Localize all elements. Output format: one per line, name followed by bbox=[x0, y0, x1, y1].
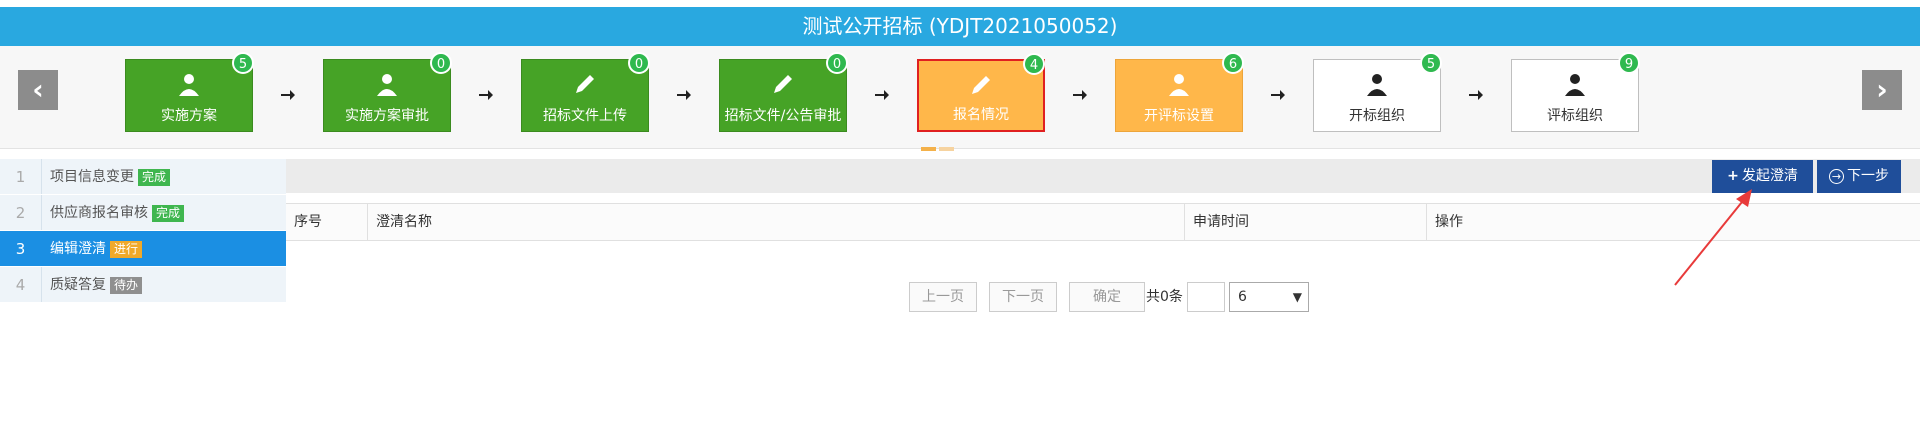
step-tender-doc-approval[interactable]: 0 招标文件/公告审批 bbox=[719, 52, 848, 132]
person-icon bbox=[1367, 74, 1387, 96]
next-step-label: 下一步 bbox=[1847, 168, 1889, 184]
sidebar-item-label: 编辑澄清 bbox=[50, 241, 106, 257]
plus-icon: + bbox=[1727, 168, 1739, 184]
person-icon bbox=[1169, 74, 1189, 96]
sidebar-item-number: 1 bbox=[0, 159, 42, 194]
sidebar-item-project-change[interactable]: 1 项目信息变更 完成 bbox=[0, 159, 286, 195]
confirm-page-button[interactable]: 确定 bbox=[1069, 282, 1145, 312]
sidebar-item-supplier-review[interactable]: 2 供应商报名审核 完成 bbox=[0, 195, 286, 231]
sidebar-item-number: 2 bbox=[0, 195, 42, 230]
annotation-arrow-icon bbox=[1674, 189, 1752, 286]
arrow-right-icon bbox=[281, 90, 295, 100]
launch-clarification-label: 发起澄清 bbox=[1741, 168, 1798, 184]
next-step-button[interactable]: → 下一步 bbox=[1817, 160, 1901, 193]
process-sidebar: 1 项目信息变更 完成 2 供应商报名审核 完成 3 编辑澄清 进行 4 质疑答复 待办 bbox=[0, 159, 286, 303]
pencil-icon bbox=[972, 76, 990, 94]
step-label: 报名情况 bbox=[953, 107, 1009, 123]
step-tender-doc-upload[interactable]: 0 招标文件上传 bbox=[521, 52, 650, 132]
pager-dot-active[interactable] bbox=[921, 147, 936, 151]
column-header-name: 澄清名称 bbox=[367, 204, 1184, 240]
pager-dot[interactable] bbox=[939, 147, 954, 151]
step-label: 评标组织 bbox=[1547, 108, 1603, 124]
next-step-scroll-button[interactable]: › bbox=[1862, 70, 1902, 110]
step-pager-dots[interactable] bbox=[921, 139, 961, 151]
step-label: 招标文件/公告审批 bbox=[724, 108, 842, 124]
arrow-right-icon bbox=[1271, 90, 1285, 100]
step-count-badge: 5 bbox=[232, 52, 254, 74]
step-plan-approval[interactable]: 0 实施方案审批 bbox=[323, 52, 452, 132]
sidebar-item-number: 4 bbox=[0, 267, 42, 302]
sidebar-item-query-reply[interactable]: 4 质疑答复 待办 bbox=[0, 267, 286, 303]
status-badge: 进行 bbox=[110, 240, 143, 258]
arrow-right-icon bbox=[1073, 90, 1087, 100]
chevron-down-icon: ▼ bbox=[1292, 290, 1302, 304]
page-size-select[interactable]: 6 ▼ bbox=[1229, 282, 1309, 312]
next-page-button[interactable]: 下一页 bbox=[989, 282, 1057, 312]
arrow-right-icon bbox=[677, 90, 691, 100]
arrow-right-icon bbox=[479, 90, 493, 100]
step-registration-status[interactable]: 4 报名情况 bbox=[917, 53, 1045, 132]
sidebar-item-label: 项目信息变更 bbox=[50, 169, 134, 185]
step-count-badge: 4 bbox=[1023, 53, 1045, 75]
column-header-index: 序号 bbox=[294, 214, 322, 230]
step-bid-opening[interactable]: 5 开标组织 bbox=[1313, 52, 1442, 132]
step-label: 实施方案 bbox=[161, 108, 217, 124]
arrow-right-icon bbox=[1469, 90, 1483, 100]
sidebar-item-edit-clarification[interactable]: 3 编辑澄清 进行 bbox=[0, 231, 286, 267]
step-count-badge: 9 bbox=[1618, 52, 1640, 74]
pencil-icon bbox=[774, 75, 792, 93]
prev-step-button[interactable]: ‹ bbox=[18, 70, 58, 110]
step-label: 实施方案审批 bbox=[345, 108, 429, 124]
status-badge: 待办 bbox=[110, 276, 143, 294]
arrow-right-icon bbox=[875, 90, 889, 100]
step-bid-evaluation[interactable]: 9 评标组织 bbox=[1511, 52, 1640, 132]
step-implementation-plan[interactable]: 5 实施方案 bbox=[125, 52, 254, 132]
step-count-badge: 0 bbox=[628, 52, 650, 74]
total-count-text: 共0条 bbox=[1146, 289, 1183, 305]
page-size-value: 6 bbox=[1238, 289, 1247, 305]
sidebar-item-label: 质疑答复 bbox=[50, 277, 106, 293]
status-badge: 完成 bbox=[152, 204, 185, 222]
step-count-badge: 0 bbox=[826, 52, 848, 74]
sidebar-item-number: 3 bbox=[0, 231, 42, 266]
person-icon bbox=[1565, 74, 1585, 96]
step-count-badge: 5 bbox=[1420, 52, 1442, 74]
step-count-badge: 6 bbox=[1222, 52, 1244, 74]
step-label: 开评标设置 bbox=[1144, 108, 1214, 124]
step-label: 招标文件上传 bbox=[543, 108, 627, 124]
circle-arrow-right-icon: → bbox=[1829, 168, 1844, 184]
person-icon bbox=[377, 74, 397, 96]
pencil-icon bbox=[576, 75, 594, 93]
person-icon bbox=[179, 74, 199, 96]
step-bid-opening-settings[interactable]: 6 开评标设置 bbox=[1115, 52, 1244, 132]
page-title: 测试公开招标 (YDJT2021050052) bbox=[0, 7, 1920, 46]
prev-page-button[interactable]: 上一页 bbox=[909, 282, 977, 312]
column-header-time: 申请时间 bbox=[1184, 204, 1426, 240]
step-label: 开标组织 bbox=[1349, 108, 1405, 124]
sidebar-item-label: 供应商报名审核 bbox=[50, 205, 148, 221]
page-number-input[interactable] bbox=[1187, 282, 1225, 312]
status-badge: 完成 bbox=[138, 168, 171, 186]
step-count-badge: 0 bbox=[430, 52, 452, 74]
